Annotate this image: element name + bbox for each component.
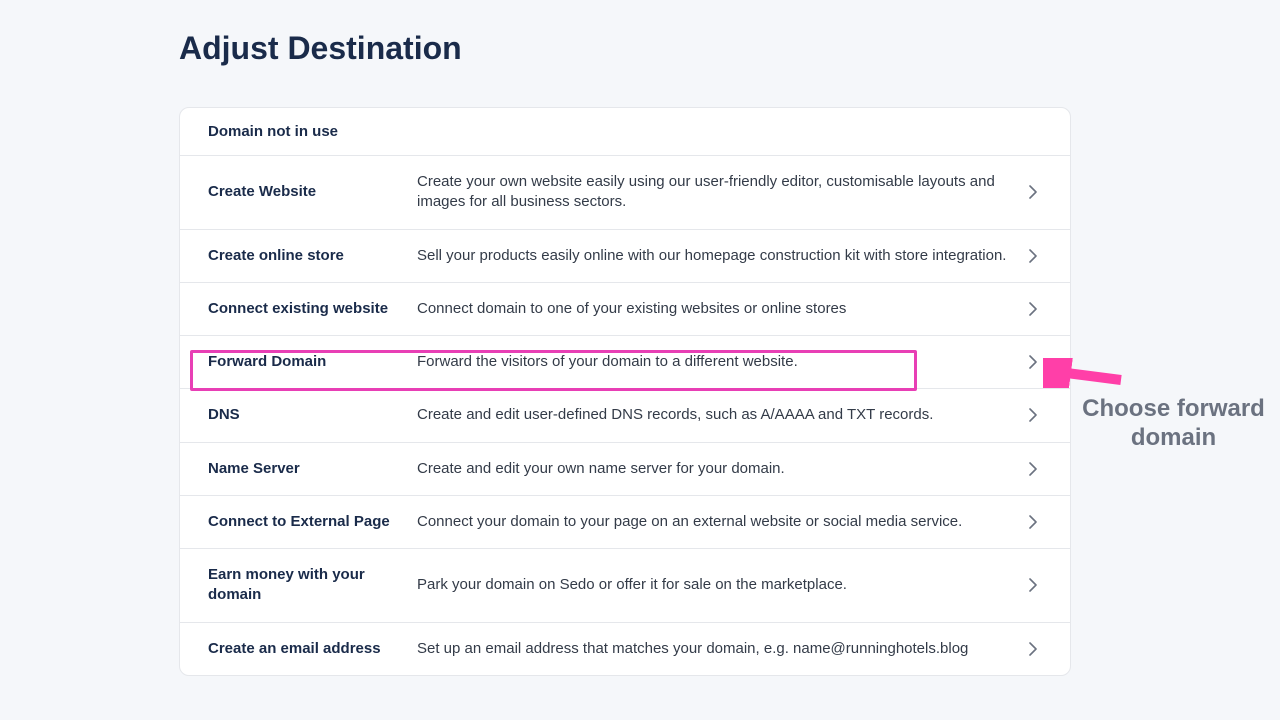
option-connect-existing-website[interactable]: Connect existing website Connect domain … xyxy=(180,283,1070,336)
option-desc: Set up an email address that matches you… xyxy=(417,639,1024,659)
option-desc: Sell your products easily online with ou… xyxy=(417,246,1024,266)
chevron-right-icon xyxy=(1024,640,1042,658)
option-desc: Create and edit your own name server for… xyxy=(417,459,1024,479)
option-dns[interactable]: DNS Create and edit user-defined DNS rec… xyxy=(180,389,1070,442)
option-title: Connect existing website xyxy=(208,299,417,319)
annotation-arrow-icon xyxy=(1043,358,1123,388)
chevron-right-icon xyxy=(1024,513,1042,531)
option-desc: Connect domain to one of your existing w… xyxy=(417,299,1024,319)
chevron-right-icon xyxy=(1024,247,1042,265)
chevron-right-icon xyxy=(1024,460,1042,478)
chevron-right-icon xyxy=(1024,576,1042,594)
option-connect-external-page[interactable]: Connect to External Page Connect your do… xyxy=(180,496,1070,549)
option-title: DNS xyxy=(208,405,417,425)
chevron-right-icon xyxy=(1024,183,1042,201)
option-title: Connect to External Page xyxy=(208,512,417,532)
option-title: Forward Domain xyxy=(208,352,417,372)
option-title: Name Server xyxy=(208,459,417,479)
chevron-right-icon xyxy=(1024,406,1042,424)
option-desc: Park your domain on Sedo or offer it for… xyxy=(417,575,1024,595)
option-desc: Forward the visitors of your domain to a… xyxy=(417,352,1024,372)
destination-panel: Domain not in use Create Website Create … xyxy=(179,107,1071,676)
chevron-right-icon xyxy=(1024,300,1042,318)
option-name-server[interactable]: Name Server Create and edit your own nam… xyxy=(180,443,1070,496)
option-earn-money-domain[interactable]: Earn money with your domain Park your do… xyxy=(180,549,1070,623)
option-title: Earn money with your domain xyxy=(208,565,417,606)
option-title: Create online store xyxy=(208,246,417,266)
option-create-email-address[interactable]: Create an email address Set up an email … xyxy=(180,623,1070,675)
option-desc: Connect your domain to your page on an e… xyxy=(417,512,1024,532)
page-title: Adjust Destination xyxy=(179,30,1280,67)
option-create-online-store[interactable]: Create online store Sell your products e… xyxy=(180,230,1070,283)
annotation-text: Choose forward domain xyxy=(1076,395,1271,453)
option-create-website[interactable]: Create Website Create your own website e… xyxy=(180,156,1070,230)
option-forward-domain[interactable]: Forward Domain Forward the visitors of y… xyxy=(180,336,1070,389)
chevron-right-icon xyxy=(1024,353,1042,371)
option-title: Create an email address xyxy=(208,639,417,659)
option-desc: Create and edit user-defined DNS records… xyxy=(417,405,1024,425)
panel-header: Domain not in use xyxy=(180,108,1070,156)
option-desc: Create your own website easily using our… xyxy=(417,172,1024,213)
option-title: Create Website xyxy=(208,182,417,202)
